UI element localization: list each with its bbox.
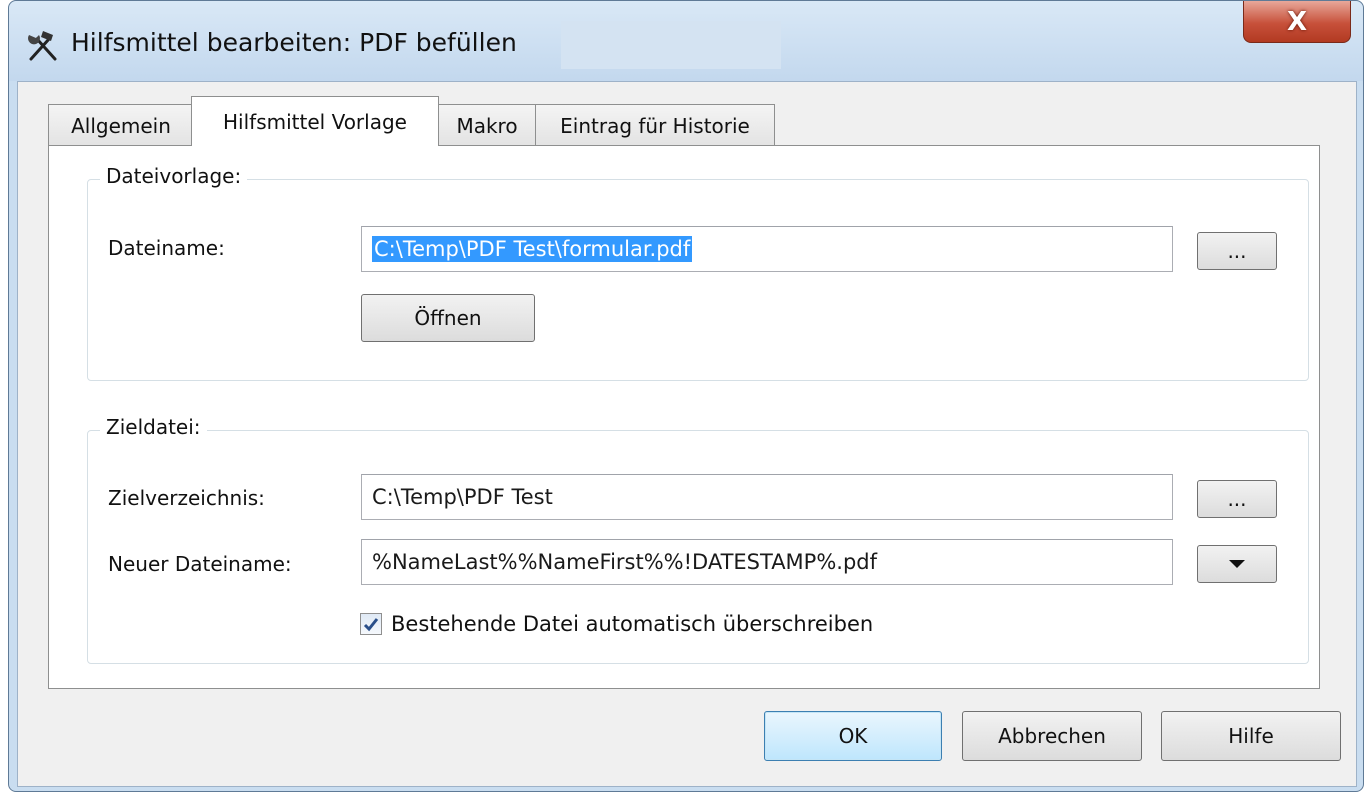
- help-button[interactable]: Hilfe: [1161, 711, 1341, 761]
- tab-hilfsmittel-vorlage[interactable]: Hilfsmittel Vorlage: [191, 96, 439, 146]
- window-title: Hilfsmittel bearbeiten: PDF befüllen: [71, 28, 517, 57]
- title-redaction: [561, 21, 781, 69]
- chevron-down-icon: [1229, 560, 1245, 568]
- tab-eintrag-fuer-historie[interactable]: Eintrag für Historie: [535, 104, 775, 146]
- close-button[interactable]: X: [1243, 1, 1351, 43]
- dateiname-label: Dateiname:: [108, 236, 225, 260]
- overwrite-checkbox[interactable]: [360, 613, 382, 635]
- zielverzeichnis-label: Zielverzeichnis:: [108, 486, 265, 510]
- neuer-dateiname-dropdown-button[interactable]: [1197, 545, 1277, 583]
- group-dateivorlage: Dateivorlage:: [87, 164, 1309, 381]
- dateiname-browse-button[interactable]: ...: [1197, 232, 1277, 270]
- tools-icon: [28, 31, 57, 61]
- open-button[interactable]: Öffnen: [361, 294, 535, 342]
- tab-panel: Dateivorlage: Dateiname: C:\Temp\PDF Tes…: [48, 145, 1320, 689]
- neuer-dateiname-input[interactable]: %NameLast%%NameFirst%%!DATESTAMP%.pdf: [361, 539, 1173, 585]
- cancel-button[interactable]: Abbrechen: [962, 711, 1142, 761]
- dialog-window: Hilfsmittel bearbeiten: PDF befüllen X A…: [8, 0, 1364, 792]
- ok-button[interactable]: OK: [764, 711, 942, 761]
- overwrite-label[interactable]: Bestehende Datei automatisch überschreib…: [391, 612, 873, 636]
- group-zieldatei-label: Zieldatei:: [100, 415, 207, 439]
- group-dateivorlage-label: Dateivorlage:: [100, 164, 248, 188]
- tab-allgemein[interactable]: Allgemein: [48, 104, 194, 146]
- dateiname-input[interactable]: C:\Temp\PDF Test\formular.pdf: [361, 226, 1173, 272]
- zielverzeichnis-browse-button[interactable]: ...: [1197, 480, 1277, 518]
- title-bar[interactable]: Hilfsmittel bearbeiten: PDF befüllen X: [9, 1, 1363, 81]
- neuer-dateiname-label: Neuer Dateiname:: [108, 552, 292, 576]
- tab-makro[interactable]: Makro: [436, 104, 538, 146]
- dialog-client-area: Allgemein Hilfsmittel Vorlage Makro Eint…: [17, 81, 1357, 787]
- dateiname-value: C:\Temp\PDF Test\formular.pdf: [372, 236, 693, 262]
- checkmark-icon: [363, 618, 379, 632]
- zielverzeichnis-input[interactable]: C:\Temp\PDF Test: [361, 474, 1173, 520]
